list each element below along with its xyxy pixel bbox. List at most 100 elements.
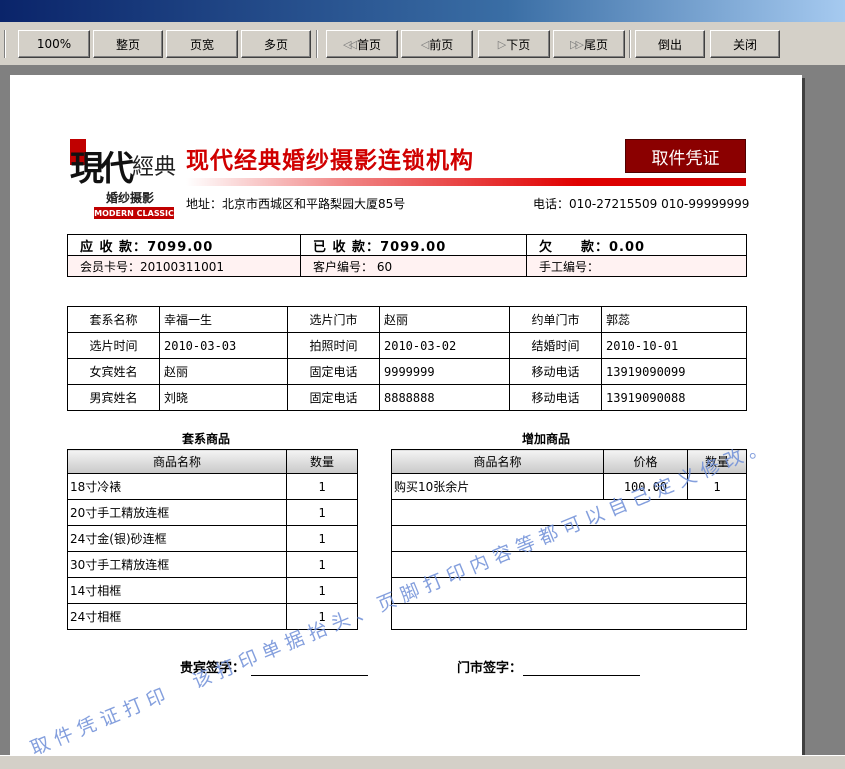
- last-page-icon: ▷▷: [570, 37, 584, 51]
- info-label: 约单门市: [509, 306, 602, 333]
- received-value: 7099.00: [380, 239, 447, 255]
- brand-logo: 現代 經典 婚纱摄影 MODERN CLASSIC: [70, 139, 182, 219]
- company-address: 地址：北京市西城区和平路梨园大厦85号: [186, 197, 406, 211]
- logo-classic-text: 經典: [132, 155, 177, 180]
- goods-qty: 1: [286, 499, 358, 526]
- payment-summary-table: 应 收 款：7099.00 已 收 款：7099.00 欠 款：0.00 会员卡…: [67, 234, 747, 277]
- toolbar-separator: [629, 30, 631, 58]
- package-goods-table: 商品名称 数量 18寸冷裱 1 20寸手工精放连框 1 24寸金(银)砂连框 1 30…: [67, 449, 358, 630]
- store-signature-line: [523, 675, 640, 676]
- whole-page-label: 整页: [115, 37, 140, 52]
- first-page-button[interactable]: ◁◁ 首页: [326, 30, 398, 58]
- horizontal-scrollbar[interactable]: [0, 755, 845, 769]
- receivable-label: 应 收 款：: [80, 239, 148, 255]
- logo-calligraphy: 現代: [70, 149, 134, 189]
- info-value: 2010-03-03: [159, 332, 288, 359]
- first-page-label: 首页: [356, 37, 381, 52]
- table-row: 选片时间 2010-03-03 拍照时间 2010-03-02 结婚时间 201…: [67, 332, 747, 359]
- goods-name: 24寸金(银)砂连框: [67, 525, 287, 552]
- info-value: 13919090088: [601, 384, 747, 411]
- print-page: 現代 經典 婚纱摄影 MODERN CLASSIC 现代经典婚纱摄影连锁机构 取…: [10, 75, 802, 755]
- preview-toolbar: 100% 整页 页宽 多页 ◁◁ 首页 ◁ 前页 ▷ 下页 ▷▷ 尾页 倒出 关闭: [0, 22, 845, 66]
- goods-qty: 1: [286, 551, 358, 578]
- last-page-button[interactable]: ▷▷ 尾页: [553, 30, 625, 58]
- logo-subtitle: 婚纱摄影: [106, 191, 155, 205]
- table-row: 14寸相框 1: [67, 577, 358, 604]
- toolbar-grip: [4, 30, 6, 58]
- info-value: 刘晓: [159, 384, 288, 411]
- info-label: 移动电话: [509, 384, 602, 411]
- goods-name: 30寸手工精放连框: [67, 551, 287, 578]
- multi-page-label: 多页: [263, 37, 288, 52]
- received-cell: 已 收 款：7099.00: [300, 234, 527, 256]
- table-row: [391, 603, 747, 630]
- info-label: 固定电话: [287, 358, 380, 385]
- table-row: 24寸金(银)砂连框 1: [67, 525, 358, 552]
- print-preview-area[interactable]: 現代 經典 婚纱摄影 MODERN CLASSIC 现代经典婚纱摄影连锁机构 取…: [0, 67, 845, 755]
- export-label: 倒出: [657, 37, 682, 52]
- owed-value: 0.00: [609, 239, 646, 255]
- info-value: 赵丽: [379, 306, 510, 333]
- goods-name: [391, 603, 747, 630]
- extra-goods-title: 增加商品: [522, 432, 571, 446]
- header-red-rule: [186, 178, 746, 186]
- member-card-number: 会员卡号：20100311001: [67, 255, 301, 277]
- toolbar-separator: [316, 30, 318, 58]
- package-goods-title: 套系商品: [182, 432, 231, 446]
- table-row: 18寸冷裱 1: [67, 473, 358, 500]
- goods-name: 14寸相框: [67, 577, 287, 604]
- info-label: 移动电话: [509, 358, 602, 385]
- close-button[interactable]: 关闭: [710, 30, 780, 58]
- order-info-table: 套系名称 幸福一生 选片门市 赵丽 约单门市 郭蕊 选片时间 2010-03-0…: [67, 306, 747, 411]
- page-width-button[interactable]: 页宽: [166, 30, 238, 58]
- goods-name: 18寸冷裱: [67, 473, 287, 500]
- info-value: 2010-03-02: [379, 332, 510, 359]
- zoom-100-label: 100%: [36, 37, 72, 51]
- info-value: 赵丽: [159, 358, 288, 385]
- info-value: 幸福一生: [159, 306, 288, 333]
- guest-signature-line: [251, 675, 368, 676]
- owed-label: 欠 款：: [539, 239, 610, 255]
- info-value: 8888888: [379, 384, 510, 411]
- manual-number: 手工编号：: [526, 255, 747, 277]
- store-signature-label: 门市签字：: [457, 661, 523, 676]
- table-row: 20寸手工精放连框 1: [67, 499, 358, 526]
- next-page-label: 下页: [506, 37, 531, 52]
- column-header: 商品名称: [67, 449, 287, 474]
- company-name: 现代经典婚纱摄影连锁机构: [186, 147, 474, 174]
- goods-qty: 1: [286, 473, 358, 500]
- page-width-label: 页宽: [189, 37, 214, 52]
- goods-qty: 1: [286, 525, 358, 552]
- info-label: 拍照时间: [287, 332, 380, 359]
- received-label: 已 收 款：: [313, 239, 381, 255]
- info-label: 女宾姓名: [67, 358, 160, 385]
- multi-page-button[interactable]: 多页: [241, 30, 311, 58]
- info-label: 选片门市: [287, 306, 380, 333]
- next-page-icon: ▷: [497, 37, 507, 51]
- info-label: 选片时间: [67, 332, 160, 359]
- prev-page-icon: ◁: [420, 37, 430, 51]
- table-row: 30寸手工精放连框 1: [67, 551, 358, 578]
- company-phone: 电话：010-27215509 010-99999999: [533, 197, 750, 211]
- whole-page-button[interactable]: 整页: [93, 30, 163, 58]
- prev-page-button[interactable]: ◁ 前页: [401, 30, 473, 58]
- owed-cell: 欠 款：0.00: [526, 234, 747, 256]
- table-row: 男宾姓名 刘晓 固定电话 8888888 移动电话 13919090088: [67, 384, 747, 411]
- info-value: 郭蕊: [601, 306, 747, 333]
- receivable-value: 7099.00: [147, 239, 214, 255]
- logo-banner: MODERN CLASSIC: [94, 207, 174, 219]
- next-page-button[interactable]: ▷ 下页: [478, 30, 550, 58]
- customer-number: 客户编号： 60: [300, 255, 527, 277]
- table-row: 套系名称 幸福一生 选片门市 赵丽 约单门市 郭蕊: [67, 306, 747, 333]
- info-label: 结婚时间: [509, 332, 602, 359]
- info-label: 固定电话: [287, 384, 380, 411]
- goods-qty: 1: [286, 577, 358, 604]
- first-page-icon: ◁◁: [343, 37, 357, 51]
- table-row: 女宾姓名 赵丽 固定电话 9999999 移动电话 13919090099: [67, 358, 747, 385]
- export-button[interactable]: 倒出: [635, 30, 705, 58]
- receivable-cell: 应 收 款：7099.00: [67, 234, 301, 256]
- info-label: 男宾姓名: [67, 384, 160, 411]
- goods-name: 24寸相框: [67, 603, 287, 630]
- info-value: 2010-10-01: [601, 332, 747, 359]
- zoom-100-button[interactable]: 100%: [18, 30, 90, 58]
